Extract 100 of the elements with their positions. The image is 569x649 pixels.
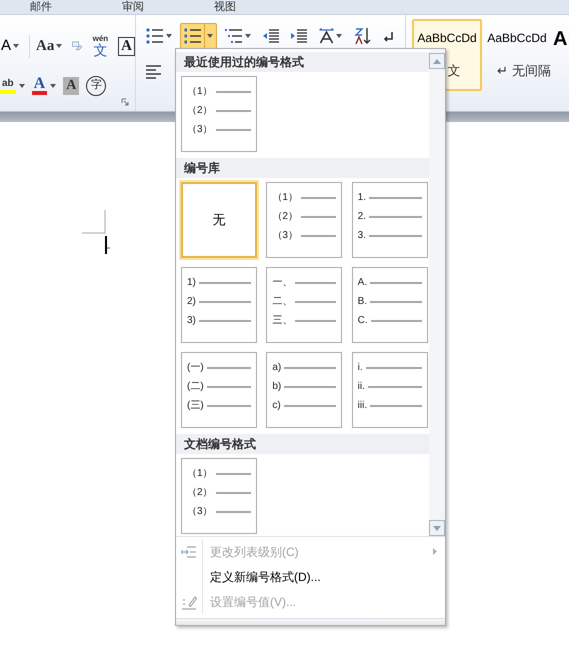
section-header: 文档编号格式 (176, 434, 429, 454)
text-line (216, 510, 251, 512)
text-direction-icon (319, 28, 334, 44)
numbering-option[interactable]: A. B. C. (352, 267, 428, 343)
section-header: 编号库 (176, 158, 429, 178)
number-label: A. (358, 278, 368, 288)
multilevel-list-icon (225, 28, 243, 44)
number-label: ii. (358, 382, 365, 392)
text-line (295, 320, 336, 322)
number-label: B. (358, 296, 368, 306)
caret-icon (56, 44, 62, 48)
number-label: 二、 (272, 296, 292, 306)
number-label: （2） (272, 212, 298, 222)
dialog-launcher-icon[interactable] (121, 98, 129, 106)
number-label: （3） (187, 124, 213, 134)
numbering-option[interactable]: (一) (二) (三) (181, 352, 257, 428)
text-line (370, 320, 422, 322)
number-label: c) (272, 400, 281, 410)
text-line (300, 234, 336, 236)
increase-indent-icon (291, 29, 307, 43)
number-label: 3) (187, 316, 196, 326)
style-option[interactable]: AaBbCcDd ↵ 无间隔 (482, 19, 552, 91)
numbering-option[interactable]: 无 (181, 182, 257, 258)
margin-corner-mark (82, 210, 106, 234)
number-label: (一) (187, 362, 204, 372)
numbering-option[interactable]: （1） （2） （3） (181, 76, 257, 152)
number-label: （1） (187, 468, 213, 478)
caret-icon (13, 44, 20, 48)
number-label: b) (272, 382, 282, 392)
text-line (369, 234, 422, 236)
number-label: (三) (187, 400, 204, 410)
style-sample[interactable]: A (553, 19, 568, 51)
caret-down-icon (433, 526, 441, 530)
numbering-option[interactable]: （1） （2） （3） (181, 458, 257, 534)
decrease-indent-icon (263, 29, 279, 43)
ribbon-tab[interactable]: 视图 (214, 2, 236, 12)
text-cursor-icon (104, 236, 110, 254)
numbering-value-icon (181, 594, 197, 610)
numbering-option[interactable]: a) b) c) (266, 352, 342, 428)
text-line (368, 386, 422, 388)
text-line (216, 128, 251, 130)
text-line (370, 300, 422, 302)
character-border-button[interactable]: A (118, 36, 135, 56)
text-line (206, 404, 251, 406)
align-left-icon[interactable] (146, 65, 162, 79)
caret-icon (207, 34, 213, 38)
numbered-list-icon (184, 28, 202, 44)
sort-icon (354, 27, 372, 45)
number-label: （3） (272, 230, 298, 240)
number-label: 1. (358, 192, 366, 202)
text-line (216, 472, 251, 474)
grow-font-glyph[interactable]: A (0, 35, 12, 58)
caret-icon (166, 34, 172, 38)
highlight-button[interactable]: ab (0, 78, 16, 94)
text-line (295, 300, 336, 302)
text-line (206, 386, 251, 388)
enclose-character-button[interactable]: 字 (86, 76, 106, 96)
numbering-option[interactable]: 一、 二、 三、 (266, 267, 342, 343)
text-line (369, 216, 422, 218)
number-label: （1） (272, 192, 298, 202)
font-color-button[interactable]: A (32, 76, 48, 95)
text-line (216, 492, 251, 494)
number-label: （1） (187, 86, 213, 96)
numbering-option[interactable]: （1） （2） （3） (266, 182, 342, 258)
number-label: 3. (358, 230, 366, 240)
number-label: 一、 (272, 278, 292, 288)
paragraph-button[interactable] (180, 23, 217, 49)
text-line (216, 90, 251, 92)
text-line (366, 366, 422, 368)
caret-icon (18, 84, 25, 88)
numbering-option[interactable]: 1) 2) 3) (181, 267, 257, 343)
paragraph-mark-icon (384, 30, 393, 42)
bullet-list-icon (146, 28, 164, 44)
number-label: iii. (358, 400, 368, 410)
number-label: 2) (187, 296, 196, 306)
caret-icon (50, 84, 56, 88)
caret-icon (245, 34, 251, 38)
numbering-option[interactable]: i. ii. iii. (352, 352, 428, 428)
text-line (216, 110, 251, 112)
text-line (370, 282, 422, 284)
phonetic-char[interactable]: 文 (93, 43, 108, 58)
number-label: （2） (187, 106, 213, 116)
text-line (198, 282, 251, 284)
caret-up-icon (433, 58, 441, 64)
number-label: 1) (187, 278, 196, 288)
number-label: (二) (187, 382, 204, 392)
text-line (300, 196, 336, 198)
number-label: 三、 (272, 316, 292, 326)
numbering-option[interactable]: 1. 2. 3. (352, 182, 428, 258)
text-line (284, 386, 336, 388)
number-label: （2） (187, 488, 213, 498)
text-line (369, 196, 422, 198)
change-case-button[interactable]: Aa (36, 35, 54, 58)
phonetic-pinyin[interactable]: wén (92, 35, 108, 44)
menu-item[interactable]: 定义新编号格式(D)... (203, 568, 445, 586)
character-shading-button[interactable]: A (63, 76, 80, 94)
ribbon-tab[interactable]: 审阅 (122, 2, 144, 12)
number-label: a) (272, 362, 282, 372)
number-label: C. (358, 316, 368, 326)
ribbon-tab[interactable]: 邮件 (30, 2, 52, 12)
